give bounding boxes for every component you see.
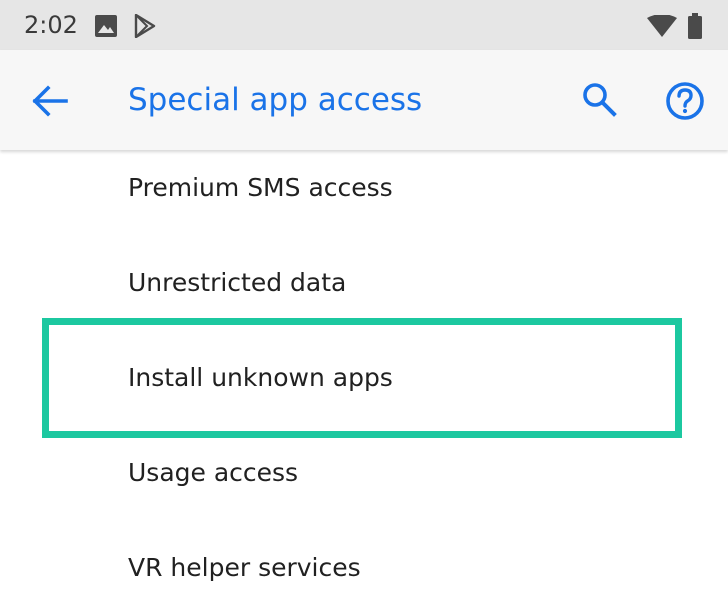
wifi-icon	[647, 15, 677, 37]
list-item-label: Premium SMS access	[128, 173, 393, 202]
list-item-install-unknown-apps[interactable]: Install unknown apps	[0, 340, 728, 435]
list-item-vr-helper-services[interactable]: VR helper services	[0, 530, 728, 600]
list-item-premium-sms-access[interactable]: Premium SMS access	[0, 150, 728, 245]
screen: 2:02 Special app access Premium SMS acce…	[0, 0, 728, 600]
help-button[interactable]	[664, 80, 706, 122]
play-store-icon	[134, 14, 156, 38]
list-item-label: Usage access	[128, 458, 299, 487]
back-button[interactable]	[30, 82, 70, 120]
search-icon	[583, 83, 617, 117]
page-title: Special app access	[128, 82, 423, 118]
list-item-label: VR helper services	[128, 553, 361, 582]
search-button[interactable]	[580, 80, 620, 120]
app-bar: Special app access	[0, 50, 728, 150]
help-icon	[666, 82, 704, 120]
settings-list: Premium SMS access Unrestricted data Ins…	[0, 150, 728, 600]
status-bar: 2:02	[0, 0, 728, 50]
list-item-unrestricted-data[interactable]: Unrestricted data	[0, 245, 728, 340]
status-time: 2:02	[24, 11, 78, 39]
list-item-usage-access[interactable]: Usage access	[0, 435, 728, 530]
list-item-label: Install unknown apps	[128, 363, 393, 392]
arrow-back-icon	[32, 85, 68, 117]
gallery-icon	[95, 15, 117, 37]
battery-icon	[688, 13, 702, 39]
list-item-label: Unrestricted data	[128, 268, 347, 297]
